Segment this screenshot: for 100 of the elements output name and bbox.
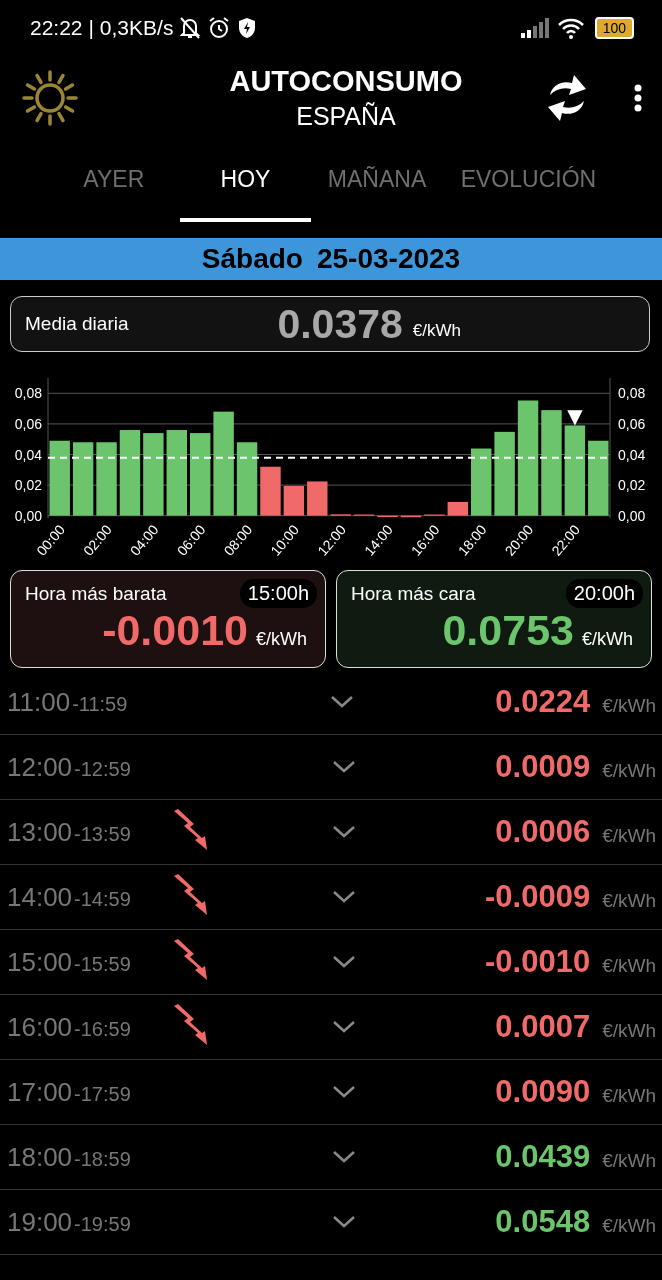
hour-row[interactable]: 14:00-14:59 -0.0009 €/kWh — [0, 865, 662, 930]
price-unit: €/kWh — [602, 825, 656, 847]
price-bar — [471, 448, 492, 516]
network-speed: | 0,3KB/s — [88, 16, 174, 40]
hour-end: -14:59 — [74, 887, 132, 911]
axis-tick-label: 0,04 — [14, 446, 42, 463]
price-bar — [307, 481, 328, 516]
axis-tick-label: 0,00 — [14, 507, 42, 524]
price-value: -0.0009 — [485, 879, 591, 915]
muted-bell-icon — [179, 16, 202, 40]
hour-row[interactable]: 17:00-17:59 0.0090 €/kWh — [0, 1060, 662, 1125]
hour-start: 19:00 — [7, 1206, 73, 1238]
axis-tick-label: 0,08 — [14, 385, 42, 402]
price-value: 0.0006 — [495, 814, 591, 850]
hour-row[interactable]: 15:00-15:59 -0.0010 €/kWh — [0, 930, 662, 995]
price-bar — [377, 515, 398, 518]
price-value: 0.0009 — [495, 749, 591, 785]
price-bar — [260, 466, 281, 516]
chevron-down-icon[interactable] — [332, 890, 357, 904]
average-label: Media diaria — [25, 313, 130, 335]
chevron-down-icon[interactable] — [332, 825, 357, 839]
price-value: 0.0224 — [495, 684, 591, 720]
day-tab[interactable]: HOY — [179, 140, 312, 222]
chevron-down-icon[interactable] — [332, 760, 357, 774]
average-value: 0.0378 — [277, 300, 403, 348]
price-unit: €/kWh — [602, 1085, 656, 1107]
hour-end: -19:59 — [74, 1212, 132, 1236]
hour-start: 17:00 — [7, 1076, 73, 1108]
hour-end: -18:59 — [74, 1147, 132, 1171]
card-label: Hora más barata — [25, 582, 167, 605]
price-unit: €/kWh — [256, 629, 307, 650]
price-value: 0.0753 — [442, 606, 574, 655]
axis-tick-label: 0,04 — [618, 446, 646, 463]
signal-icon — [520, 18, 551, 38]
current-hour-marker: ▼ — [567, 404, 583, 429]
battery-level: 100 — [594, 17, 634, 39]
hour-row[interactable]: 18:00-18:59 0.0439 €/kWh — [0, 1125, 662, 1190]
hour-badge: 15:00h — [239, 579, 317, 608]
price-value: 0.0548 — [495, 1204, 591, 1240]
wifi-icon — [556, 17, 585, 39]
shield-icon — [237, 17, 258, 39]
axis-tick-label: 0,08 — [618, 385, 646, 402]
hour-start: 18:00 — [7, 1141, 73, 1173]
app-subtitle: ESPAÑA — [296, 102, 396, 131]
price-unit: €/kWh — [602, 1150, 656, 1172]
price-value: 0.0090 — [495, 1074, 591, 1110]
price-bar — [283, 485, 305, 516]
price-unit: €/kWh — [602, 695, 656, 717]
status-time: 22:22 — [30, 16, 83, 40]
price-unit: €/kWh — [412, 321, 461, 341]
price-unit: €/kWh — [602, 955, 656, 977]
hour-row[interactable]: 19:00-19:59 0.0548 €/kWh — [0, 1190, 662, 1255]
price-unit: €/kWh — [602, 1215, 656, 1237]
hour-start: 15:00 — [7, 946, 73, 978]
axis-tick-label: 0,06 — [618, 415, 646, 432]
price-bar — [400, 515, 422, 518]
hour-end: -15:59 — [74, 952, 132, 976]
hour-badge: 20:00h — [565, 579, 643, 608]
date-text: 25-03-2023 — [316, 243, 461, 275]
chevron-down-icon[interactable] — [332, 1020, 357, 1034]
hour-end: -16:59 — [74, 1017, 132, 1041]
hour-row[interactable]: 13:00-13:59 0.0006 €/kWh — [0, 800, 662, 865]
hour-row[interactable]: 16:00-16:59 0.0007 €/kWh — [0, 995, 662, 1060]
hour-start: 12:00 — [7, 751, 73, 783]
price-unit: €/kWh — [602, 760, 656, 782]
hour-end: -13:59 — [74, 822, 132, 846]
day-tab[interactable]: AYER — [48, 140, 180, 222]
card-label: Hora más cara — [351, 582, 476, 605]
price-value: 0.0439 — [495, 1139, 591, 1175]
chevron-down-icon[interactable] — [332, 955, 357, 969]
price-value: 0.0007 — [495, 1009, 591, 1045]
chevron-down-icon[interactable] — [332, 1215, 357, 1229]
price-value: -0.0010 — [102, 606, 248, 655]
date-weekday: Sábado — [201, 243, 303, 275]
hour-row[interactable]: 11:00-11:59 0.0224 €/kWh — [0, 670, 662, 735]
price-unit: €/kWh — [602, 890, 656, 912]
axis-tick-label: 0,02 — [14, 477, 42, 494]
hour-start: 14:00 — [7, 881, 73, 913]
price-unit: €/kWh — [582, 629, 633, 650]
chevron-down-icon[interactable] — [332, 1150, 357, 1164]
price-value: -0.0010 — [485, 944, 591, 980]
hour-end: -17:59 — [74, 1082, 132, 1106]
axis-tick-label: 0,06 — [14, 415, 42, 432]
axis-tick-label: 0,00 — [618, 507, 646, 524]
day-tab[interactable]: EVOLUCIÓN — [442, 140, 614, 222]
hour-start: 11:00 — [7, 686, 71, 718]
axis-tick-label: 0,02 — [618, 477, 646, 494]
hour-start: 13:00 — [7, 816, 73, 848]
hour-end: -12:59 — [74, 757, 132, 781]
price-bar — [447, 501, 468, 516]
sun-icon[interactable] — [22, 70, 78, 126]
app-title: AUTOCONSUMO — [229, 65, 463, 98]
chevron-down-icon[interactable] — [332, 1085, 357, 1099]
hour-end: -11:59 — [72, 692, 129, 716]
chevron-down-icon[interactable] — [330, 695, 355, 709]
hour-row[interactable]: 12:00-12:59 0.0009 €/kWh — [0, 735, 662, 800]
day-tab[interactable]: MAÑANA — [311, 140, 443, 222]
hour-start: 16:00 — [7, 1011, 73, 1043]
price-unit: €/kWh — [602, 1020, 656, 1042]
menu-icon[interactable] — [634, 84, 642, 112]
